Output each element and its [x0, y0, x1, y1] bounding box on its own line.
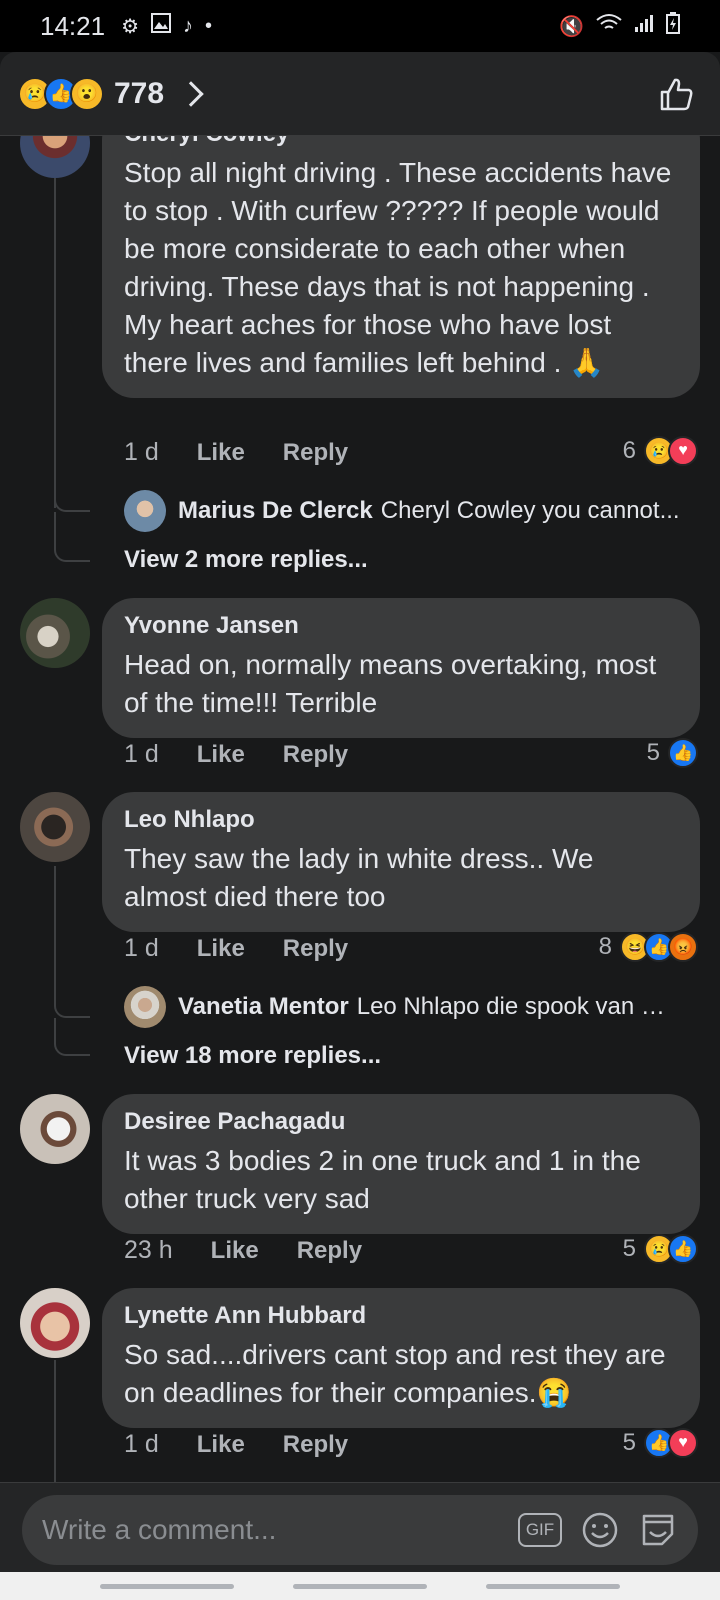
- reply-preview[interactable]: Marius De Clerck Cheryl Cowley you canno…: [124, 490, 680, 532]
- angry-reaction-icon: 😡: [668, 932, 698, 962]
- comment-reactions[interactable]: 8 😆 👍 😡: [599, 932, 698, 962]
- dot-icon: •: [205, 14, 213, 37]
- comment-text: So sad....drivers cant stop and rest the…: [124, 1339, 666, 1408]
- reply-button[interactable]: Reply: [283, 1431, 348, 1459]
- comment-time[interactable]: 1 d: [124, 438, 159, 467]
- wifi-icon: [596, 13, 622, 39]
- comments-list[interactable]: Cheryl Cowley Stop all night driving . T…: [0, 136, 720, 1482]
- comment-composer: Write a comment... GIF: [0, 1482, 720, 1572]
- comment-actions: 1 d Like Reply: [124, 438, 386, 467]
- view-more-replies[interactable]: View 2 more replies...: [124, 546, 368, 574]
- reply-button[interactable]: Reply: [297, 1237, 362, 1265]
- comment-time[interactable]: 1 d: [124, 740, 159, 769]
- avatar[interactable]: [20, 1094, 90, 1164]
- thread-line: [54, 178, 56, 508]
- signal-icon: [634, 13, 654, 39]
- status-time: 14:21: [40, 10, 106, 41]
- reply-button[interactable]: Reply: [283, 935, 348, 963]
- reaction-count: 8: [598, 933, 612, 960]
- comment-bubble[interactable]: Desiree Pachagadu It was 3 bodies 2 in o…: [102, 1094, 700, 1234]
- comment-author[interactable]: Yvonne Jansen: [124, 612, 678, 640]
- comment-actions: 1 d Like Reply: [124, 740, 386, 769]
- love-reaction-icon: ♥: [668, 436, 698, 466]
- battery-icon: [666, 12, 680, 40]
- chevron-right-icon[interactable]: [178, 80, 204, 107]
- thumbs-up-icon[interactable]: [656, 74, 696, 114]
- comment-text: It was 3 bodies 2 in one truck and 1 in …: [124, 1145, 641, 1214]
- thread-connector: [54, 512, 90, 562]
- avatar[interactable]: [20, 136, 90, 178]
- wow-reaction-icon: 😮: [70, 76, 104, 111]
- comment-bubble[interactable]: Cheryl Cowley Stop all night driving . T…: [102, 136, 700, 398]
- reply-button[interactable]: Reply: [283, 741, 348, 769]
- like-reaction-icon: 👍: [668, 738, 698, 768]
- thread-line: [54, 1360, 56, 1482]
- reactions-header[interactable]: 😢 👍 😮 778: [0, 52, 720, 136]
- comment-actions: 1 d Like Reply: [124, 934, 386, 963]
- reply-button[interactable]: Reply: [283, 439, 348, 467]
- notification-icon: ⚙: [121, 15, 140, 38]
- system-nav-bar: [0, 1572, 720, 1600]
- avatar[interactable]: [20, 1288, 90, 1358]
- reaction-count: 5: [646, 739, 660, 766]
- avatar[interactable]: [20, 598, 90, 668]
- avatar[interactable]: [124, 490, 166, 532]
- like-button[interactable]: Like: [197, 439, 245, 467]
- reply-author[interactable]: Vanetia Mentor: [178, 993, 349, 1021]
- reply-author[interactable]: Marius De Clerck: [178, 497, 373, 525]
- comment-text: They saw the lady in white dress.. We al…: [124, 843, 594, 912]
- home-button[interactable]: [292, 1583, 427, 1589]
- reaction-summary[interactable]: 😢 👍 😮: [18, 76, 104, 111]
- reaction-total[interactable]: 778: [114, 77, 164, 111]
- like-button[interactable]: Like: [197, 935, 245, 963]
- tiktok-icon: ♪: [183, 14, 194, 37]
- like-reaction-icon: 👍: [668, 1234, 698, 1264]
- sticker-icon[interactable]: [638, 1510, 678, 1550]
- comment-author[interactable]: Cheryl Cowley: [124, 136, 678, 148]
- comment-reactions[interactable]: 6 😢 ♥: [623, 436, 698, 466]
- comment-text: Stop all night driving . These accidents…: [124, 157, 672, 378]
- comment-bubble[interactable]: Lynette Ann Hubbard So sad....drivers ca…: [102, 1288, 700, 1428]
- back-button[interactable]: [486, 1583, 621, 1589]
- like-button[interactable]: Like: [211, 1237, 259, 1265]
- thread-connector: [54, 1018, 90, 1056]
- love-reaction-icon: ♥: [668, 1428, 698, 1458]
- view-more-replies[interactable]: View 18 more replies...: [124, 1042, 381, 1070]
- comment-reactions[interactable]: 5 👍: [647, 738, 698, 768]
- comment-time[interactable]: 1 d: [124, 934, 159, 963]
- like-button[interactable]: Like: [197, 741, 245, 769]
- reaction-count: 5: [622, 1429, 636, 1456]
- comment-author[interactable]: Desiree Pachagadu: [124, 1108, 678, 1136]
- comment-bubble[interactable]: Yvonne Jansen Head on, normally means ov…: [102, 598, 700, 738]
- comment-author[interactable]: Leo Nhlapo: [124, 806, 678, 834]
- gallery-icon: [151, 13, 172, 39]
- like-button[interactable]: Like: [197, 1431, 245, 1459]
- thread-connector: [54, 972, 90, 1018]
- status-bar: 14:21 ⚙ ♪ • 🔇: [0, 0, 720, 52]
- reply-preview[interactable]: Vanetia Mentor Leo Nhlapo die spook van …: [124, 986, 667, 1028]
- reaction-count: 5: [622, 1235, 636, 1262]
- comment-input[interactable]: Write a comment... GIF: [22, 1495, 698, 1565]
- gif-button[interactable]: GIF: [518, 1513, 562, 1547]
- thread-connector: [54, 466, 90, 512]
- avatar[interactable]: [20, 792, 90, 862]
- reaction-count: 6: [622, 437, 636, 464]
- comment-bubble[interactable]: Leo Nhlapo They saw the lady in white dr…: [102, 792, 700, 932]
- comment-actions: 1 d Like Reply: [124, 1430, 386, 1459]
- recents-button[interactable]: [99, 1583, 234, 1589]
- comment-author[interactable]: Lynette Ann Hubbard: [124, 1302, 678, 1330]
- emoji-icon[interactable]: [580, 1510, 620, 1550]
- comment-reactions[interactable]: 5 😢 👍: [623, 1234, 698, 1264]
- avatar[interactable]: [124, 986, 166, 1028]
- comment-time[interactable]: 1 d: [124, 1430, 159, 1459]
- comment-time[interactable]: 23 h: [124, 1236, 173, 1265]
- comment-actions: 23 h Like Reply: [124, 1236, 400, 1265]
- comment-text: Head on, normally means overtaking, most…: [124, 649, 657, 718]
- reply-text: Cheryl Cowley you cannot...: [380, 497, 680, 524]
- reply-text: Leo Nhlapo die spook van U...: [356, 993, 667, 1020]
- comment-reactions[interactable]: 5 👍 ♥: [623, 1428, 698, 1458]
- mute-icon: 🔇: [559, 15, 584, 38]
- comment-input-placeholder[interactable]: Write a comment...: [42, 1514, 276, 1546]
